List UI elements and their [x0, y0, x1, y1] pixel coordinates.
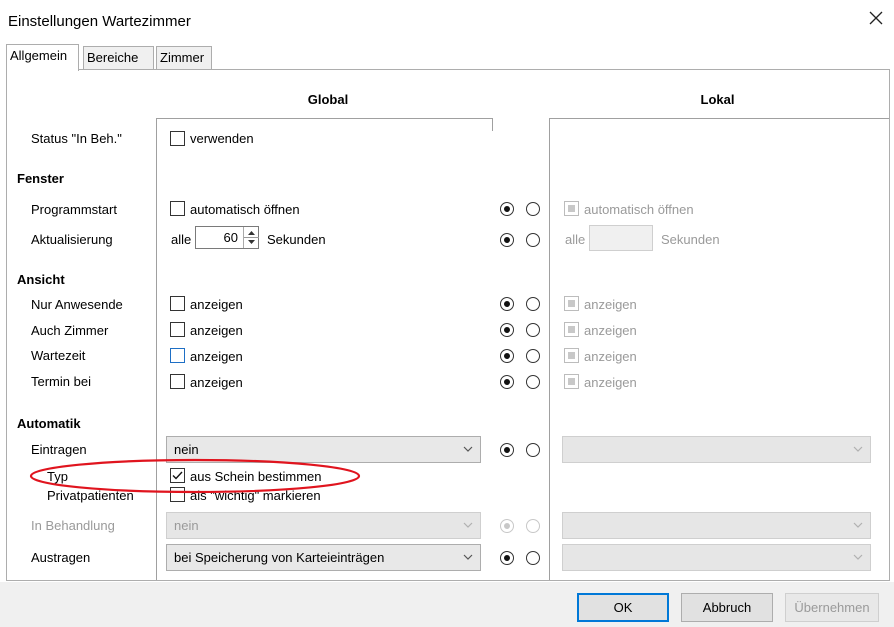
tab-allgemein[interactable]: Allgemein [6, 44, 79, 71]
combo-austragen[interactable]: bei Speicherung von Karteieinträgen [166, 544, 481, 571]
checkbox-termin-bei-global[interactable] [170, 374, 185, 389]
radio-wartezeit-lokal[interactable] [526, 349, 540, 363]
aktualisierung-spinner[interactable]: 60 [195, 226, 259, 249]
chevron-down-icon [463, 554, 473, 560]
close-icon[interactable] [866, 10, 886, 30]
checkbox-label-nur-anwesende-global: anzeigen [190, 297, 243, 312]
title-bar: Einstellungen Wartezimmer [0, 0, 894, 40]
chevron-down-icon [853, 446, 863, 452]
label-austragen: Austragen [31, 550, 91, 565]
label-programmstart: Programmstart [31, 202, 117, 217]
checkbox-nur-anwesende-global[interactable] [170, 296, 185, 311]
label-in-behandlung: In Behandlung [31, 518, 115, 533]
annotation-ellipse [29, 458, 361, 494]
aktualisierung-suffix: Sekunden [267, 232, 326, 247]
checkbox-auch-zimmer-global[interactable] [170, 322, 185, 337]
chevron-down-icon [853, 554, 863, 560]
section-fenster: Fenster [17, 171, 64, 186]
checkbox-label-auch-zimmer-global: anzeigen [190, 323, 243, 338]
window-title: Einstellungen Wartezimmer [8, 13, 191, 30]
checkbox-wartezeit-lokal[interactable] [564, 348, 579, 363]
global-left-border [156, 118, 157, 580]
radio-aktualisierung-global[interactable] [500, 233, 514, 247]
checkbox-programmstart-global[interactable] [170, 201, 185, 216]
tab-zimmer[interactable]: Zimmer [156, 46, 212, 70]
chevron-down-icon [463, 446, 473, 452]
label-eintragen: Eintragen [31, 442, 87, 457]
ok-button[interactable]: OK [577, 593, 669, 622]
global-top-border [156, 118, 493, 119]
checkbox-label-programmstart-global: automatisch öffnen [190, 202, 300, 217]
aktualisierung-prefix: alle [171, 232, 192, 247]
dialog-footer: OK Abbruch Übernehmen [0, 582, 894, 627]
combo-in-behandlung[interactable]: nein [166, 512, 481, 539]
radio-termin-bei-global[interactable] [500, 375, 514, 389]
radio-nur-anwesende-lokal[interactable] [526, 297, 540, 311]
label-auch-zimmer: Auch Zimmer [31, 323, 109, 338]
settings-panel: Global Lokal Status "In Beh." verwenden … [6, 69, 890, 581]
combo-eintragen-value: nein [174, 442, 199, 457]
section-ansicht: Ansicht [17, 272, 65, 287]
spinner-buttons[interactable] [243, 227, 259, 248]
chevron-down-icon [853, 522, 863, 528]
column-header-global: Global [307, 92, 349, 107]
radio-auch-zimmer-global[interactable] [500, 323, 514, 337]
radio-aktualisierung-lokal[interactable] [526, 233, 540, 247]
lokal-left-border [549, 118, 550, 580]
combo-austragen-lokal[interactable] [562, 544, 871, 571]
apply-button[interactable]: Übernehmen [785, 593, 879, 622]
lokal-top-border [549, 118, 889, 119]
checkbox-termin-bei-lokal[interactable] [564, 374, 579, 389]
label-aktualisierung: Aktualisierung [31, 232, 113, 247]
combo-austragen-value: bei Speicherung von Karteieinträgen [174, 550, 385, 565]
checkbox-auch-zimmer-lokal[interactable] [564, 322, 579, 337]
checkbox-wartezeit-global[interactable] [170, 348, 185, 363]
checkbox-label-programmstart-lokal: automatisch öffnen [584, 202, 694, 217]
combo-in-behandlung-lokal[interactable] [562, 512, 871, 539]
spinner-arrows-icon [244, 231, 259, 244]
radio-auch-zimmer-lokal[interactable] [526, 323, 540, 337]
radio-eintragen-lokal[interactable] [526, 443, 540, 457]
global-right-tick [492, 118, 493, 131]
cancel-button[interactable]: Abbruch [681, 593, 773, 622]
combo-eintragen-lokal[interactable] [562, 436, 871, 463]
radio-in-behandlung-lokal[interactable] [526, 519, 540, 533]
radio-austragen-lokal[interactable] [526, 551, 540, 565]
radio-eintragen-global[interactable] [500, 443, 514, 457]
label-termin-bei: Termin bei [31, 374, 91, 389]
section-automatik: Automatik [17, 416, 81, 431]
aktualisierung-local-suffix: Sekunden [661, 232, 720, 247]
tab-bereiche[interactable]: Bereiche [83, 46, 154, 70]
checkbox-label-nur-anwesende-lokal: anzeigen [584, 297, 637, 312]
checkbox-label-verwenden: verwenden [190, 131, 254, 146]
label-status-in-beh: Status "In Beh." [31, 131, 122, 146]
chevron-down-icon [463, 522, 473, 528]
checkbox-label-wartezeit-lokal: anzeigen [584, 349, 637, 364]
radio-programmstart-global[interactable] [500, 202, 514, 216]
checkbox-nur-anwesende-lokal[interactable] [564, 296, 579, 311]
checkbox-label-auch-zimmer-lokal: anzeigen [584, 323, 637, 338]
column-header-lokal: Lokal [700, 92, 735, 107]
checkbox-label-termin-bei-lokal: anzeigen [584, 375, 637, 390]
radio-austragen-global[interactable] [500, 551, 514, 565]
checkbox-label-wartezeit-global: anzeigen [190, 349, 243, 364]
radio-programmstart-lokal[interactable] [526, 202, 540, 216]
radio-wartezeit-global[interactable] [500, 349, 514, 363]
checkbox-status-verwenden[interactable] [170, 131, 185, 146]
checkbox-label-termin-bei-global: anzeigen [190, 375, 243, 390]
radio-nur-anwesende-global[interactable] [500, 297, 514, 311]
radio-in-behandlung-global[interactable] [500, 519, 514, 533]
label-wartezeit: Wartezeit [31, 348, 86, 363]
aktualisierung-local-input[interactable] [589, 225, 653, 251]
aktualisierung-local-prefix: alle [565, 232, 586, 247]
radio-termin-bei-lokal[interactable] [526, 375, 540, 389]
checkbox-programmstart-lokal[interactable] [564, 201, 579, 216]
combo-in-behandlung-value: nein [174, 518, 199, 533]
label-nur-anwesende: Nur Anwesende [31, 297, 123, 312]
aktualisierung-value: 60 [223, 230, 238, 245]
